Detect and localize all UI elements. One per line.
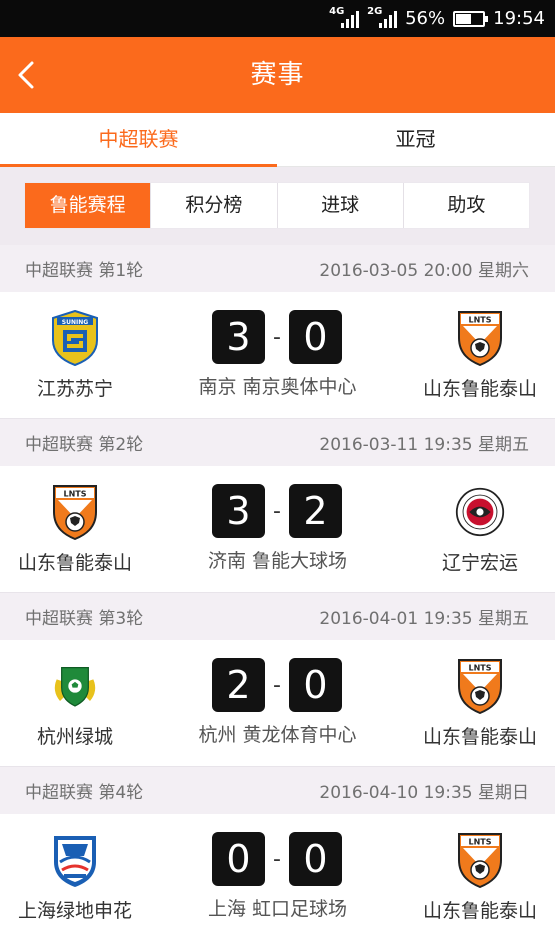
- away-team-name: 山东鲁能泰山: [422, 726, 537, 748]
- lnts-logo: [455, 310, 505, 366]
- away-team-name: 山东鲁能泰山: [422, 900, 537, 922]
- match-row[interactable]: 江苏苏宁 3-0 南京 南京奥体中心 山东鲁能泰山: [0, 292, 555, 419]
- subtab-schedule[interactable]: 鲁能赛程: [25, 183, 151, 228]
- battery-percent: 56%: [405, 8, 446, 29]
- away-team: 山东鲁能泰山: [405, 292, 555, 401]
- signal-4g-icon: 4G: [329, 6, 360, 30]
- match-datetime: 2016-04-10 19:35 星期日: [319, 783, 529, 803]
- round-label: 中超联赛 第2轮: [25, 435, 144, 455]
- subtabs-container: 鲁能赛程 积分榜 进球 助攻: [0, 167, 555, 245]
- round-header: 中超联赛 第1轮 2016-03-05 20:00 星期六: [0, 245, 555, 292]
- league-tabs: 中超联赛 亚冠: [0, 113, 555, 167]
- shenhua-logo: [50, 832, 100, 888]
- liaoning-logo: [455, 484, 505, 540]
- match-row[interactable]: 上海绿地申花 0-0 上海 虹口足球场 山东鲁能泰山: [0, 814, 555, 928]
- venue: 南京 南京奥体中心: [198, 376, 357, 398]
- round-header: 中超联赛 第4轮 2016-04-10 19:35 星期日: [0, 767, 555, 814]
- greentown-logo: [50, 658, 100, 714]
- away-team: 山东鲁能泰山: [405, 814, 555, 923]
- round-label: 中超联赛 第3轮: [25, 609, 144, 629]
- venue: 济南 鲁能大球场: [207, 550, 348, 572]
- home-score: 2: [212, 658, 265, 712]
- app-header: 赛事: [0, 37, 555, 113]
- home-team-name: 杭州绿城: [36, 726, 113, 748]
- lnts-logo: [455, 832, 505, 888]
- tab-acl[interactable]: 亚冠: [277, 113, 554, 167]
- lnts-logo: [455, 658, 505, 714]
- home-team: 江苏苏宁: [0, 292, 150, 401]
- away-score: 2: [289, 484, 342, 538]
- match-row[interactable]: 山东鲁能泰山 3-2 济南 鲁能大球场 辽宁宏运: [0, 466, 555, 593]
- segmented-control: 鲁能赛程 积分榜 进球 助攻: [24, 182, 530, 229]
- signal-2g-icon: 2G: [367, 6, 398, 30]
- subtab-assists[interactable]: 助攻: [402, 183, 529, 228]
- score-board: 0-0: [212, 832, 342, 886]
- round-header: 中超联赛 第3轮 2016-04-01 19:35 星期五: [0, 593, 555, 640]
- away-team: 山东鲁能泰山: [405, 640, 555, 749]
- away-team-name: 山东鲁能泰山: [422, 378, 537, 400]
- subtab-goals[interactable]: 进球: [276, 183, 403, 228]
- score-separator: -: [273, 499, 281, 524]
- match-datetime: 2016-03-05 20:00 星期六: [319, 261, 529, 281]
- subtab-standings[interactable]: 积分榜: [150, 183, 276, 228]
- round-label: 中超联赛 第4轮: [25, 783, 144, 803]
- score-board: 3-0: [212, 310, 342, 364]
- away-score: 0: [289, 658, 342, 712]
- home-score: 3: [212, 310, 265, 364]
- home-team-name: 江苏苏宁: [36, 378, 113, 400]
- home-team-name: 山东鲁能泰山: [17, 552, 132, 574]
- away-score: 0: [289, 832, 342, 886]
- score-separator: -: [273, 847, 281, 872]
- round-header: 中超联赛 第2轮 2016-03-11 19:35 星期五: [0, 419, 555, 466]
- match-row[interactable]: 杭州绿城 2-0 杭州 黄龙体育中心 山东鲁能泰山: [0, 640, 555, 767]
- home-team: 杭州绿城: [0, 640, 150, 749]
- match-list: 中超联赛 第1轮 2016-03-05 20:00 星期六 江苏苏宁 3-0 南京 南京…: [0, 245, 555, 928]
- home-team: 山东鲁能泰山: [0, 466, 150, 575]
- venue: 上海 虹口足球场: [207, 898, 348, 920]
- page-title: 赛事: [250, 60, 305, 90]
- suning-logo: [50, 310, 100, 366]
- score-board: 3-2: [212, 484, 342, 538]
- round-label: 中超联赛 第1轮: [25, 261, 144, 281]
- score-separator: -: [273, 325, 281, 350]
- venue: 杭州 黄龙体育中心: [198, 724, 357, 746]
- clock: 19:54: [493, 8, 545, 29]
- match-datetime: 2016-03-11 19:35 星期五: [319, 435, 529, 455]
- away-score: 0: [289, 310, 342, 364]
- home-score: 0: [212, 832, 265, 886]
- home-team-name: 上海绿地申花: [17, 900, 132, 922]
- status-bar: 4G 2G 56% 19:54: [0, 0, 555, 37]
- score-separator: -: [273, 673, 281, 698]
- battery-icon: [453, 10, 489, 27]
- home-score: 3: [212, 484, 265, 538]
- score-board: 2-0: [212, 658, 342, 712]
- tab-csl[interactable]: 中超联赛: [0, 113, 277, 167]
- match-datetime: 2016-04-01 19:35 星期五: [319, 609, 529, 629]
- lnts-logo: [50, 484, 100, 540]
- away-team-name: 辽宁宏运: [441, 552, 518, 574]
- home-team: 上海绿地申花: [0, 814, 150, 923]
- away-team: 辽宁宏运: [405, 466, 555, 575]
